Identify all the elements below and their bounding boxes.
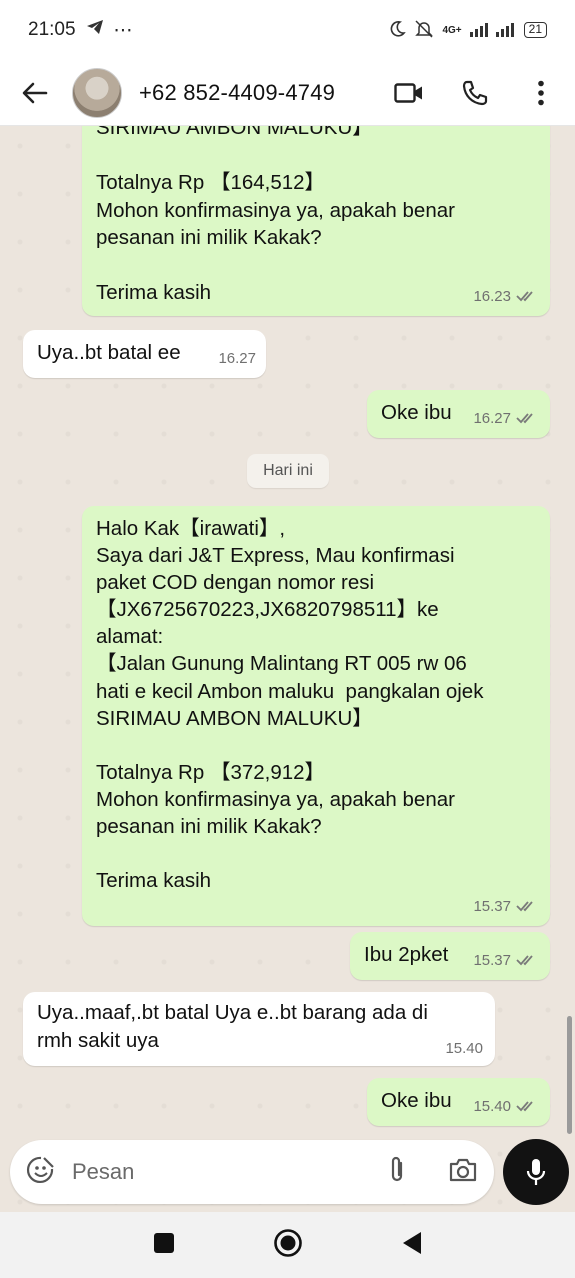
double-check-icon <box>516 291 533 302</box>
message-meta: 16.27 <box>218 345 256 373</box>
mic-icon <box>526 1159 546 1185</box>
message-time: 16.27 <box>218 349 256 367</box>
system-navigation-bar <box>0 1212 575 1278</box>
double-check-icon <box>516 1101 533 1112</box>
avatar[interactable] <box>72 67 122 118</box>
message-composer[interactable]: Pesan <box>10 1140 494 1204</box>
message-bubble-outgoing[interactable]: Oke ibu 15.40 <box>367 1078 550 1126</box>
mic-button[interactable] <box>503 1139 569 1205</box>
message-meta: 16.23 <box>473 283 538 311</box>
double-check-icon <box>516 955 533 966</box>
message-bubble-outgoing[interactable]: Oke ibu 16.27 <box>367 390 550 438</box>
message-text: Uya..maaf,.bt batal Uya e..bt barang ada… <box>37 1001 428 1052</box>
message-meta: 15.37 <box>473 893 538 920</box>
message-time: 15.40 <box>445 1039 483 1057</box>
signal-icon <box>469 21 516 40</box>
message-text: Halo Kak【irawati】, Saya dari J&T Express… <box>96 517 484 893</box>
day-divider: Hari ini <box>247 454 329 488</box>
emoji-icon[interactable] <box>26 1155 56 1190</box>
message-meta: 15.40 <box>445 1035 483 1063</box>
camera-icon[interactable] <box>448 1157 478 1188</box>
message-bubble-outgoing[interactable]: SIRIMAU AMBON MALUKU】 Totalnya Rp 【164,5… <box>82 126 550 316</box>
message-meta: 15.40 <box>473 1093 538 1121</box>
message-bubble-outgoing[interactable]: Ibu 2pket 15.37 <box>350 932 550 980</box>
status-time: 21:05 <box>28 19 76 40</box>
telegram-icon <box>86 19 104 41</box>
double-check-icon <box>516 901 533 912</box>
phone-icon[interactable] <box>459 77 491 109</box>
message-bubble-outgoing[interactable]: Halo Kak【irawati】, Saya dari J&T Express… <box>82 506 550 926</box>
battery-indicator: 21 <box>523 22 547 38</box>
message-time: 15.40 <box>473 1097 511 1115</box>
moon-icon <box>388 20 407 41</box>
message-time: 15.37 <box>473 897 511 915</box>
status-bar: 21:05 ⋯ 4G+ 21 <box>0 0 575 60</box>
message-input[interactable]: Pesan <box>72 1159 134 1185</box>
nav-recents-icon[interactable] <box>153 1232 175 1259</box>
nav-home-icon[interactable] <box>273 1228 303 1263</box>
chat-header: +62 852-4409-4749 <box>0 60 575 126</box>
message-bubble-incoming[interactable]: Uya..bt batal ee 16.27 <box>23 330 266 378</box>
attach-icon[interactable] <box>386 1155 408 1190</box>
mute-bell-icon <box>414 19 434 42</box>
message-meta: 15.37 <box>473 947 538 975</box>
message-text: SIRIMAU AMBON MALUKU】 Totalnya Rp 【164,5… <box>96 126 455 304</box>
message-time: 16.23 <box>473 287 511 305</box>
network-type: 4G+ <box>442 24 462 36</box>
contact-name[interactable]: +62 852-4409-4749 <box>139 80 335 106</box>
chat-area[interactable]: SIRIMAU AMBON MALUKU】 Totalnya Rp 【164,5… <box>0 126 575 1210</box>
message-meta: 16.27 <box>473 405 538 433</box>
message-time: 16.27 <box>473 409 511 427</box>
scrollbar-thumb[interactable] <box>567 1016 572 1134</box>
message-time: 15.37 <box>473 951 511 969</box>
more-vert-icon[interactable] <box>525 77 557 109</box>
nav-back-icon[interactable] <box>401 1231 423 1260</box>
video-call-icon[interactable] <box>393 77 425 109</box>
double-check-icon <box>516 413 533 424</box>
back-arrow-icon[interactable] <box>18 76 52 110</box>
message-bubble-incoming[interactable]: Uya..maaf,.bt batal Uya e..bt barang ada… <box>23 992 495 1066</box>
more-notifications-icon: ⋯ <box>113 19 133 41</box>
